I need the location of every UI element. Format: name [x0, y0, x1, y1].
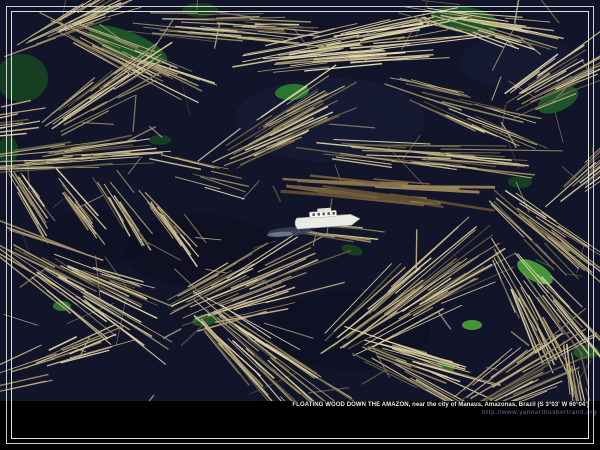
boat-window: [317, 213, 320, 216]
vegetation-patch: [462, 320, 482, 330]
amazon-wallpaper: FLOATING WOOD DOWN THE AMAZON, near the …: [0, 0, 600, 450]
aerial-photo: [0, 0, 600, 450]
boat-window: [322, 213, 325, 216]
boat-window: [332, 212, 335, 215]
boat-window: [312, 213, 315, 216]
boat-window: [327, 212, 330, 215]
photographer-website-url: http://www.yannarthusbertrand.org: [482, 410, 597, 416]
vegetation-patch: [149, 135, 171, 145]
photo-layers: [0, 0, 600, 450]
water-tone-patch: [125, 214, 275, 286]
caption-band: [0, 401, 600, 450]
vegetation-patch: [182, 3, 218, 17]
photo-caption: FLOATING WOOD DOWN THE AMAZON, near the …: [292, 402, 589, 408]
